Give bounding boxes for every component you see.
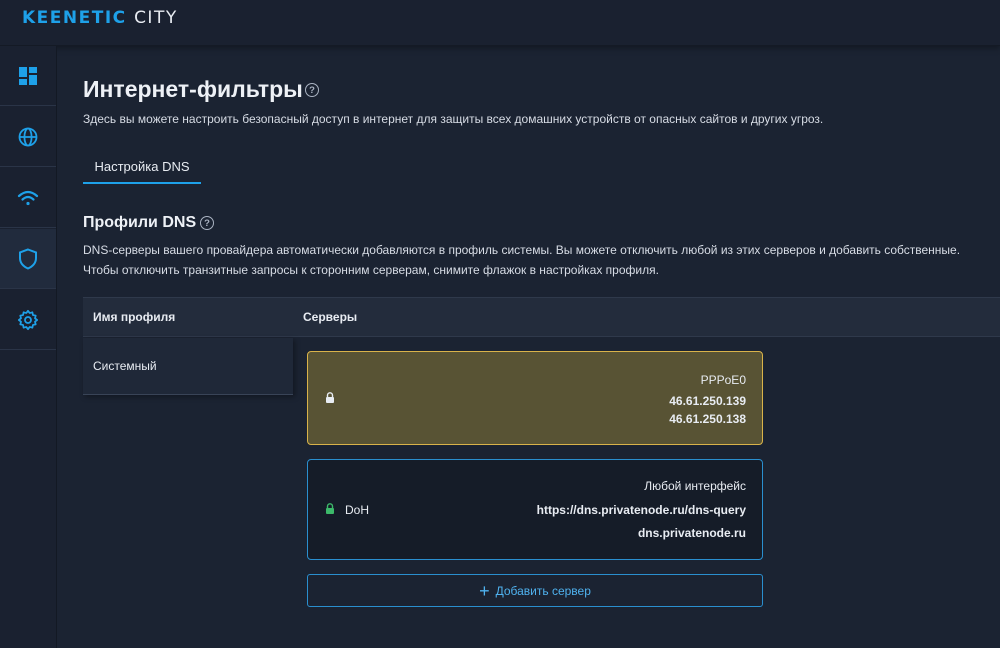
section-description-line1: DNS-серверы вашего провайдера автоматиче… xyxy=(83,243,961,257)
brand-model: CITY xyxy=(134,8,178,28)
lock-icon xyxy=(326,503,334,514)
globe-icon xyxy=(18,127,38,146)
server-interface: PPPoE0 xyxy=(700,373,746,387)
page-description: Здесь вы можете настроить безопасный дос… xyxy=(83,112,824,126)
server-address: 46.61.250.138 xyxy=(669,412,746,426)
server-interface: Любой интерфейс xyxy=(644,479,746,493)
sidebar-item-dashboard[interactable] xyxy=(0,46,56,106)
server-card-provider[interactable]: PPPoE0 46.61.250.139 46.61.250.138 xyxy=(307,351,763,445)
section-title: Профили DNS xyxy=(83,214,197,231)
table-header: Имя профиля Серверы xyxy=(83,297,1000,337)
sidebar-item-security[interactable] xyxy=(0,229,56,289)
wifi-icon xyxy=(17,190,39,205)
server-host: dns.privatenode.ru xyxy=(637,526,746,540)
main-content: Интернет-фильтры ? Здесь вы можете настр… xyxy=(57,46,1000,648)
page-title: Интернет-фильтры xyxy=(83,76,303,102)
server-address: 46.61.250.139 xyxy=(669,394,746,408)
profile-name: Системный xyxy=(93,359,157,373)
server-type: DoH xyxy=(345,503,370,517)
add-server-button[interactable]: + Добавить сервер xyxy=(307,574,763,607)
section-help-icon[interactable]: ? xyxy=(200,216,214,230)
plus-icon: + xyxy=(479,580,490,601)
sidebar-item-wifi[interactable] xyxy=(0,168,56,228)
sidebar-item-internet[interactable] xyxy=(0,107,56,167)
profile-row-system[interactable]: Системный xyxy=(83,338,293,395)
top-bar: KEENETIC CITY xyxy=(0,0,1000,46)
gear-icon xyxy=(17,309,39,330)
tab-dns-settings[interactable]: Настройка DNS xyxy=(83,150,201,184)
lock-icon xyxy=(326,392,334,403)
column-header-servers: Серверы xyxy=(303,310,358,324)
section-description: DNS-серверы вашего провайдера автоматиче… xyxy=(83,240,960,280)
brand-logo[interactable]: KEENETIC CITY xyxy=(22,8,178,28)
column-header-profile: Имя профиля xyxy=(93,310,176,324)
add-server-label: Добавить сервер xyxy=(495,583,591,598)
shield-icon xyxy=(19,247,37,270)
help-icon[interactable]: ? xyxy=(305,83,319,97)
sidebar xyxy=(0,46,57,648)
brand-name: KEENETIC xyxy=(22,8,127,28)
server-card-doh[interactable]: DoH Любой интерфейс https://dns.privaten… xyxy=(307,459,763,560)
dashboard-icon xyxy=(19,66,37,85)
server-url: https://dns.privatenode.ru/dns-query xyxy=(536,503,746,517)
sidebar-item-settings[interactable] xyxy=(0,290,56,350)
section-description-line2: Чтобы отключить транзитные запросы к сто… xyxy=(83,263,659,277)
